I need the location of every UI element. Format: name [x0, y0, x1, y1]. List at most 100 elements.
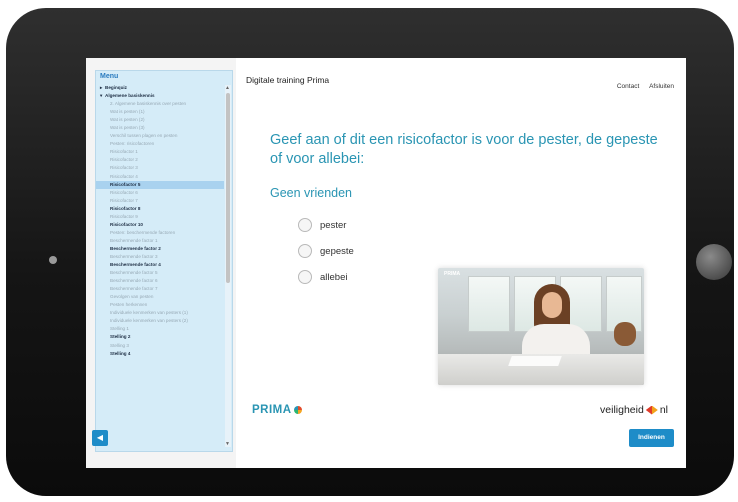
paper — [508, 356, 562, 366]
menu-item[interactable]: Verschil tussen plagen en pesten — [96, 132, 224, 140]
menu-item-label: Beschermende factor 6 — [110, 278, 158, 284]
option-label: gepeste — [320, 245, 354, 257]
scrollbar-thumb[interactable] — [226, 93, 230, 283]
app-title: Digitale training Prima — [246, 75, 330, 85]
menu-item-label: Beschermende factor 3 — [110, 253, 158, 259]
main-content: Digitale training Prima Contact Afsluite… — [92, 58, 686, 468]
menu-item-label: Pesten herkennen — [110, 302, 148, 308]
veiligheid-logo: veiligheid nl — [600, 404, 668, 416]
menu-item-label: Risicofactor 8 — [110, 205, 141, 211]
menu-item[interactable]: Stelling 4 — [96, 350, 224, 358]
menu-item[interactable]: Stelling 3 — [96, 342, 224, 350]
window — [468, 276, 510, 332]
menu-item[interactable]: Risicofactor 1 — [96, 148, 224, 156]
scroll-down-icon[interactable]: ▼ — [225, 441, 230, 447]
menu-item[interactable]: Individuele kenmerken van pesters (1) — [96, 309, 224, 317]
diamond-icon — [645, 405, 658, 415]
scroll-up-icon[interactable]: ▲ — [225, 85, 230, 91]
menu-item[interactable]: ▾ Algemene basiskennis — [96, 92, 224, 100]
vh-logo-right: nl — [659, 404, 668, 416]
prima-logo-text: PRIMA — [252, 404, 292, 416]
sidebar-scrollbar[interactable]: ▲ ▼ — [225, 85, 231, 447]
menu-item[interactable]: Risicofactor 9 — [96, 213, 224, 221]
close-link[interactable]: Afsluiten — [649, 83, 674, 90]
speaker-icon: ◀ — [96, 433, 104, 442]
menu-item-label: Risicofactor 10 — [110, 221, 143, 227]
radio-button[interactable] — [298, 270, 312, 284]
contact-link[interactable]: Contact — [617, 83, 639, 90]
menu-item[interactable]: Wat is pesten (1) — [96, 108, 224, 116]
menu-item-label: Beschermende factor 1 — [110, 237, 158, 243]
menu-item-label: Beschermende factor 5 — [110, 270, 158, 276]
menu-item[interactable]: Beschermende factor 1 — [96, 237, 224, 245]
menu-item-label: Stelling 2 — [110, 334, 131, 340]
home-button[interactable] — [696, 244, 732, 280]
menu-item[interactable]: Beschermende factor 6 — [96, 277, 224, 285]
audio-button[interactable]: ◀ — [92, 430, 108, 446]
option-allebei[interactable]: allebei — [298, 269, 347, 285]
option-label: allebei — [320, 271, 348, 283]
girl-face — [542, 292, 562, 318]
menu-item[interactable]: Risicofactor 6 — [96, 189, 224, 197]
menu-item-label: Beschermende factor 4 — [110, 262, 161, 268]
menu-list: ▸ Beginquiz ▾ Algemene basiskennis 2. Algeme… — [96, 84, 224, 358]
statement-text: Geen vrienden — [270, 186, 353, 200]
radio-button[interactable] — [298, 244, 312, 258]
menu-item-label: Gevolgen van pesten — [110, 294, 154, 300]
option-label: pester — [320, 219, 347, 231]
menu-item[interactable]: Risicofactor 4 — [96, 173, 224, 181]
menu-item[interactable]: Pesten: beschermende factoren — [96, 229, 224, 237]
radio-button[interactable] — [298, 218, 312, 232]
menu-item-label: 2. Algemene basiskennis over pesten — [110, 101, 187, 107]
submit-button[interactable]: Indienen — [629, 429, 674, 447]
menu-title: Menu — [100, 73, 119, 80]
menu-item-label: Beschermende factor 7 — [110, 286, 158, 292]
menu-item-label: Risicofactor 5 — [110, 181, 141, 187]
menu-item-label: Beschermende factor 2 — [110, 245, 161, 251]
menu-item-label: Risicofactor 4 — [110, 173, 138, 179]
menu-item[interactable]: Risicofactor 2 — [96, 156, 224, 164]
menu-item-label: Pesten: risicofactoren — [110, 141, 155, 147]
menu-item-label: Risicofactor 6 — [110, 189, 138, 195]
background-child — [614, 322, 636, 346]
menu-item[interactable]: Beschermende factor 3 — [96, 253, 224, 261]
menu-item[interactable]: Risicofactor 7 — [96, 197, 224, 205]
menu-item[interactable]: Pesten herkennen — [96, 301, 224, 309]
menu-item[interactable]: ▸ Beginquiz — [96, 84, 224, 92]
menu-item[interactable]: Pesten: risicofactoren — [96, 140, 224, 148]
menu-item[interactable]: Risicofactor 3 — [96, 164, 224, 172]
menu-item-label: Stelling 4 — [110, 350, 131, 356]
menu-item-label: Risicofactor 9 — [110, 213, 138, 219]
option-gepeste[interactable]: gepeste — [298, 243, 354, 259]
top-links: Contact Afsluiten — [609, 83, 674, 90]
menu-item-label: Risicofactor 1 — [110, 149, 138, 155]
tablet-frame: Menu ▸ Beginquiz ▾ Algemene basiskennis 2. A… — [6, 8, 734, 496]
menu-item[interactable]: Individuele kenmerken van pesters (2) — [96, 317, 224, 325]
menu-item-label: Stelling 3 — [110, 342, 129, 348]
question-text: Geef aan of dit een risicofactor is voor… — [270, 132, 658, 167]
menu-item[interactable]: Beschermende factor 7 — [96, 285, 224, 293]
menu-item[interactable]: Risicofactor 8 — [96, 205, 224, 213]
menu-item[interactable]: 2. Algemene basiskennis over pesten — [96, 100, 224, 108]
menu-item[interactable]: Gevolgen van pesten — [96, 293, 224, 301]
menu-item[interactable]: Beschermende factor 5 — [96, 269, 224, 277]
menu-item-label: Algemene basiskennis — [105, 93, 155, 99]
menu-item-label: Beginquiz — [105, 85, 127, 90]
menu-item[interactable]: Stelling 2 — [96, 333, 224, 341]
menu-item[interactable]: Risicofactor 5 — [96, 180, 224, 189]
menu-item-label: Wat is pesten (1) — [110, 109, 145, 115]
menu-item-label: Wat is pesten (3) — [110, 125, 145, 131]
menu-item-label: Wat is pesten (2) — [110, 117, 145, 123]
menu-item[interactable]: Beschermende factor 2 — [96, 245, 224, 253]
menu-item[interactable]: Stelling 1 — [96, 325, 224, 333]
classroom-photo: PRIMA — [438, 268, 644, 385]
menu-item[interactable]: Beschermende factor 4 — [96, 261, 224, 269]
menu-item[interactable]: Risicofactor 10 — [96, 221, 224, 229]
menu-item[interactable]: Wat is pesten (3) — [96, 124, 224, 132]
menu-item[interactable]: Wat is pesten (2) — [96, 116, 224, 124]
option-pester[interactable]: pester — [298, 217, 346, 233]
menu-item-label: Pesten: beschermende factoren — [110, 229, 176, 235]
screen: Menu ▸ Beginquiz ▾ Algemene basiskennis 2. A… — [86, 58, 686, 468]
sidebar-menu: Menu ▸ Beginquiz ▾ Algemene basiskennis 2. A… — [95, 70, 233, 452]
menu-item-label: Risicofactor 2 — [110, 157, 138, 163]
